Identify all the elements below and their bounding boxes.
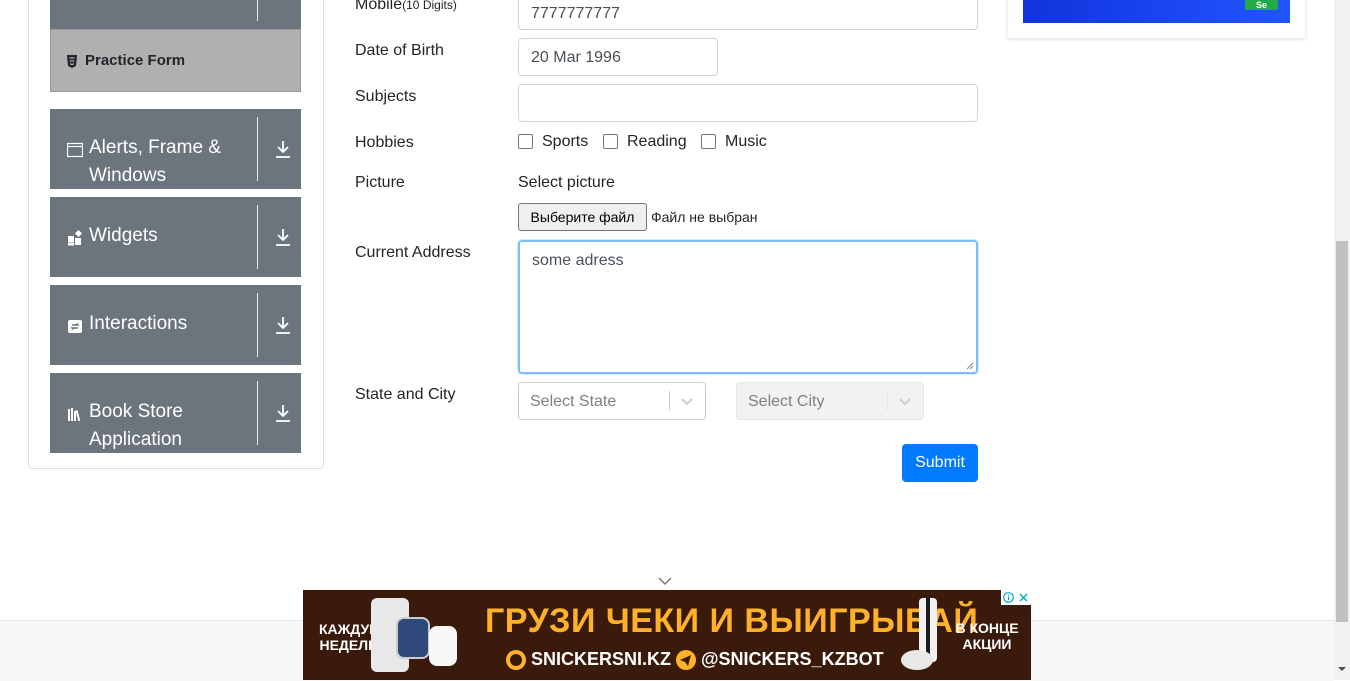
file-status: Файл не выбран: [651, 209, 758, 225]
hobby-sports-label[interactable]: Sports: [542, 133, 588, 151]
bottom-ad-banner[interactable]: КАЖДУЮ НЕДЕЛЮ ГРУЗИ ЧЕКИ И ВЫИГРЫВАЙ SNI…: [303, 590, 1031, 680]
group-divider: [257, 117, 258, 181]
mobile-label: Mobile(10 Digits): [355, 0, 457, 14]
sidebar-item-label: Practice Form: [85, 52, 186, 69]
hobbies-label: Hobbies: [355, 134, 414, 151]
state-select[interactable]: Select State: [518, 382, 706, 420]
address-label: Current Address: [355, 244, 471, 261]
hobby-reading-label[interactable]: Reading: [627, 133, 687, 151]
mobile-hint: (10 Digits): [402, 0, 457, 12]
download-icon: [276, 229, 290, 246]
right-ad-badge: Se: [1245, 0, 1278, 10]
city-placeholder: Select City: [748, 393, 825, 410]
banner-bot: @SNICKERS_KZBOT: [701, 649, 884, 669]
state-placeholder: Select State: [530, 393, 617, 410]
html5-icon: [67, 55, 77, 68]
city-select[interactable]: Select City: [736, 382, 924, 420]
hobby-music-checkbox[interactable]: [701, 134, 716, 149]
group-divider: [257, 293, 258, 357]
books-icon: [68, 408, 81, 422]
phone-watch-earbuds-image: [371, 598, 457, 672]
group-divider: [257, 0, 258, 21]
dob-value: 20 Mar 1996: [531, 49, 621, 66]
banner-site: SNICKERSNI.KZ: [531, 649, 672, 669]
submit-button[interactable]: Submit: [902, 444, 978, 482]
download-icon: [276, 141, 290, 158]
sidebar-group-label: Interactions: [89, 313, 188, 334]
mobile-input[interactable]: 7777777777: [518, 0, 978, 30]
sidebar-group-label: Alerts, Frame &: [89, 137, 221, 158]
sidebar-item-practice-form[interactable]: Practice Form: [50, 29, 301, 92]
mobile-value: 7777777777: [531, 5, 620, 22]
dob-label: Date of Birth: [355, 42, 444, 59]
download-icon: [276, 317, 290, 334]
picture-prompt: Select picture: [518, 174, 615, 191]
telegram-icon: [676, 650, 696, 670]
select-separator: [669, 391, 670, 411]
sidebar-group-label: Application: [89, 429, 182, 450]
sidebar-group-interactions[interactable]: Interactions: [50, 285, 301, 365]
hobby-sports-checkbox[interactable]: [518, 134, 533, 149]
chevron-down-icon: [899, 398, 911, 406]
snickers-logo-icon: [506, 650, 526, 670]
interactions-icon: [68, 320, 82, 333]
ad-choices[interactable]: [1001, 590, 1031, 605]
subjects-input[interactable]: [518, 84, 978, 122]
group-divider: [257, 381, 258, 445]
download-icon: [276, 405, 290, 422]
sidebar-group-forms[interactable]: [50, 0, 301, 29]
subjects-label: Subjects: [355, 88, 417, 105]
address-textarea[interactable]: some adress: [518, 240, 978, 374]
mobile-label-text: Mobile: [355, 0, 403, 13]
sidebar-group-alerts-frame-windows[interactable]: Alerts, Frame & Windows: [50, 109, 301, 189]
info-icon[interactable]: [1003, 592, 1014, 603]
close-icon[interactable]: [1018, 592, 1029, 603]
page-scrollbar-thumb[interactable]: [1336, 241, 1348, 622]
address-value: some adress: [532, 252, 624, 269]
choose-file-button[interactable]: Выберите файл: [518, 203, 647, 231]
group-divider: [257, 205, 258, 269]
picture-label: Picture: [355, 174, 405, 191]
hobby-reading-checkbox[interactable]: [603, 134, 618, 149]
window-icon: [67, 142, 83, 158]
dob-input[interactable]: 20 Mar 1996: [518, 38, 718, 76]
console-image: [901, 598, 937, 670]
chevron-down-icon: [681, 398, 693, 406]
state-city-label: State and City: [355, 386, 456, 403]
sidebar-group-book-store[interactable]: Book Store Application: [50, 373, 301, 453]
collapse-ad-chevron-icon[interactable]: [658, 577, 672, 586]
sidebar-group-label: Windows: [89, 165, 167, 186]
sidebar-group-widgets[interactable]: Widgets: [50, 197, 301, 277]
widgets-icon: [68, 230, 83, 246]
resize-handle-icon: [966, 362, 974, 370]
sidebar-group-label: Widgets: [89, 225, 158, 246]
select-separator: [887, 391, 888, 411]
hobby-music-label[interactable]: Music: [725, 133, 767, 151]
sidebar-group-label: Book Store: [89, 401, 183, 422]
scroll-down-arrow-icon[interactable]: [1337, 664, 1347, 674]
banner-right-text: В КОНЦЕ АКЦИИ: [955, 620, 1019, 652]
